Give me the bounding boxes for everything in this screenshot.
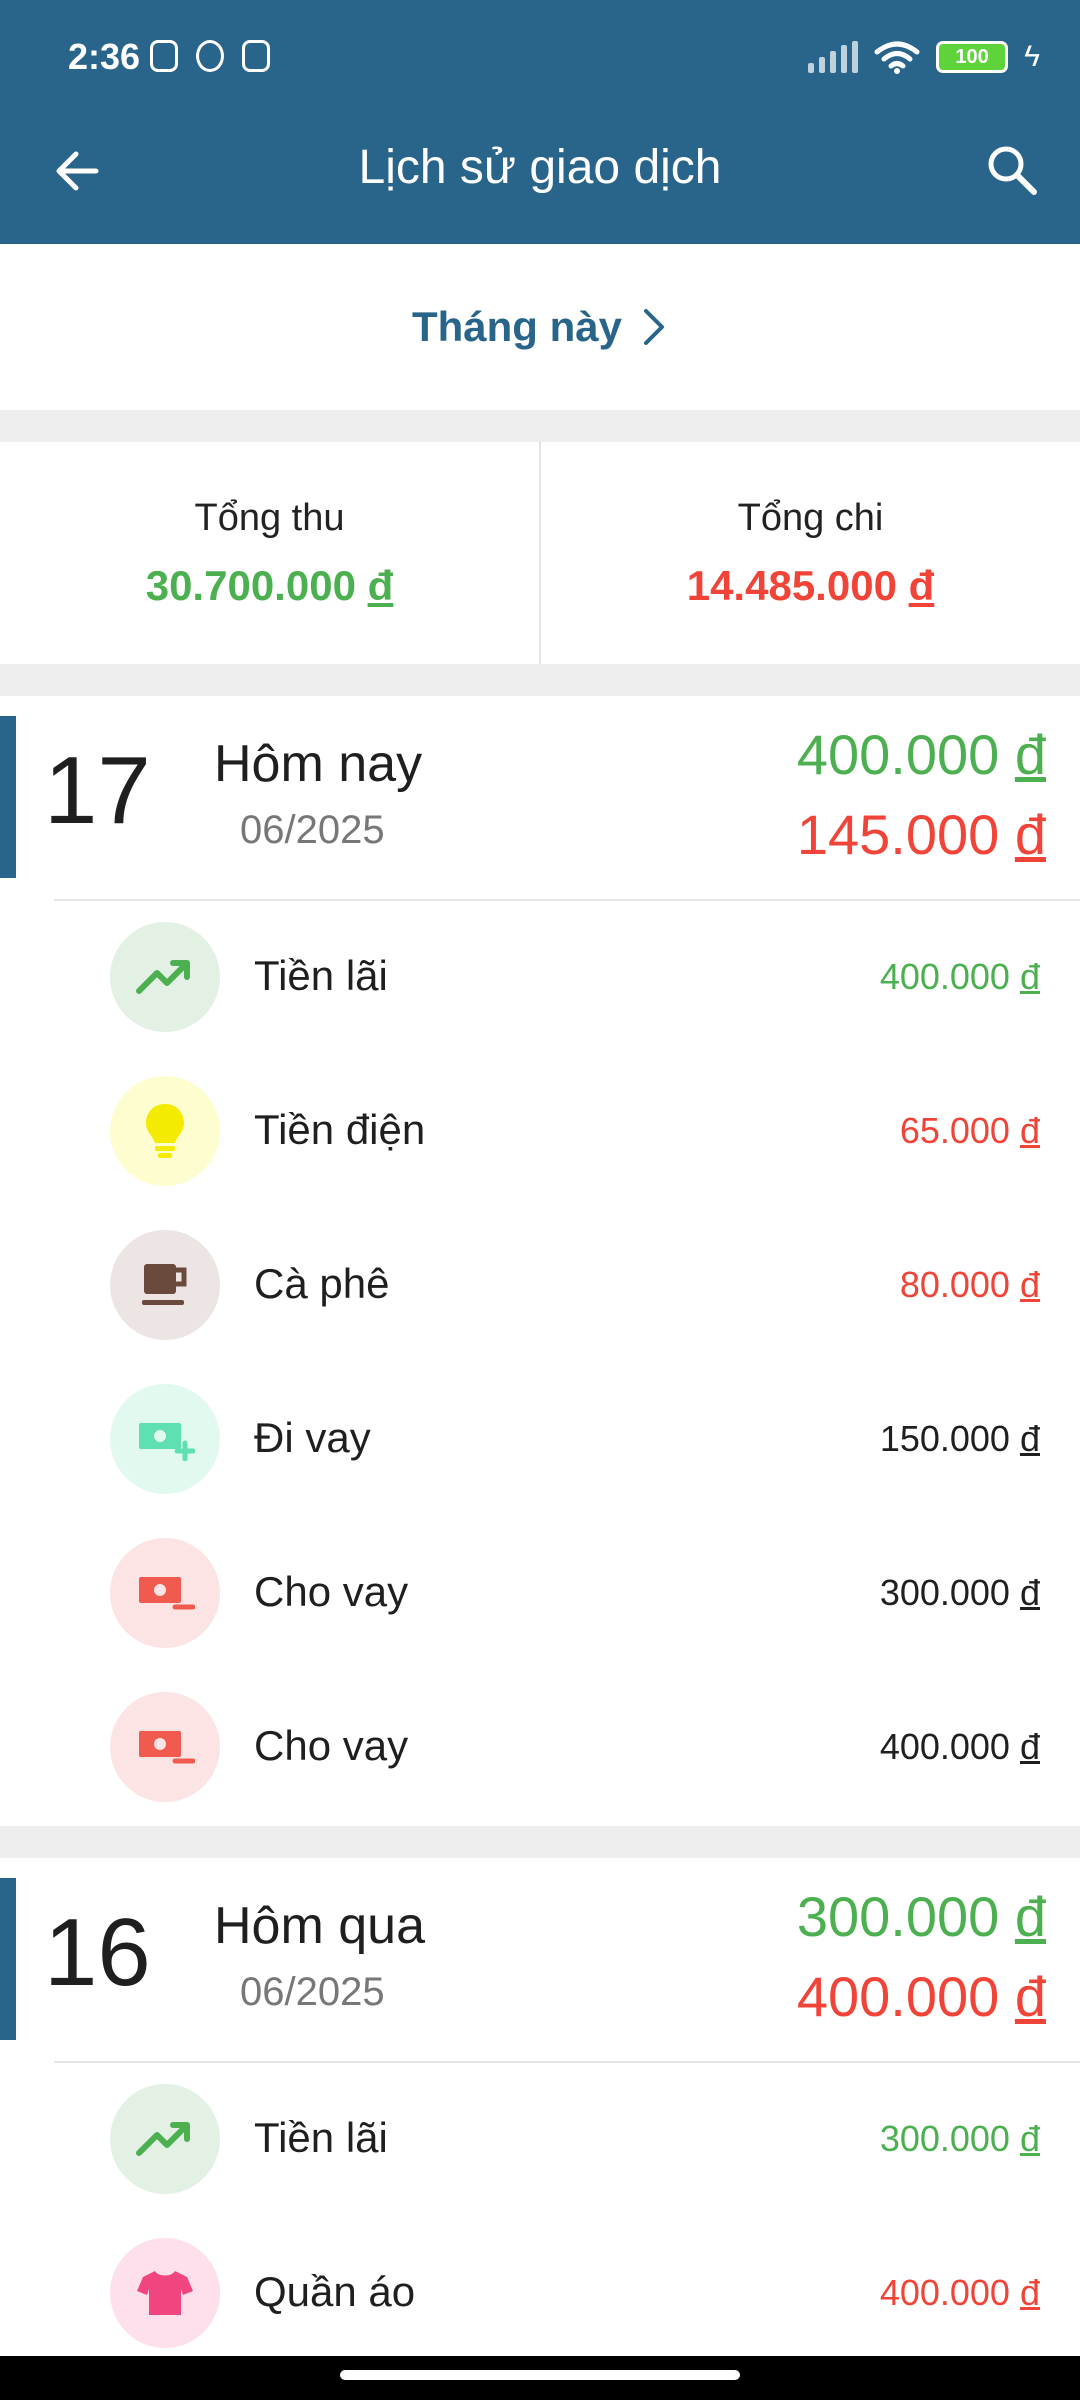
notification-app-icon (242, 40, 270, 72)
transaction-name: Đi vay (254, 1414, 371, 1461)
system-nav-bar (0, 2356, 1080, 2400)
transaction-row[interactable]: Cà phê 80.000 đ (0, 1208, 1080, 1362)
transaction-amount: 300.000 đ (879, 1572, 1040, 1613)
battery-level: 100 (955, 45, 989, 68)
tshirt-icon (110, 2238, 220, 2348)
notification-icons (150, 40, 270, 72)
charging-icon: ϟ (1024, 40, 1040, 73)
day-income: 300.000 đ (796, 1885, 1046, 1948)
transaction-name: Quần áo (254, 2268, 416, 2315)
total-expense-label: Tổng chi (737, 496, 884, 539)
transaction-name: Cho vay (254, 1722, 409, 1769)
day-expense: 145.000 đ (796, 803, 1046, 866)
status-bar: 2:36 100 ϟ (0, 0, 1080, 120)
app-header: 2:36 100 ϟ Lịch sử giao dịch (0, 0, 1080, 244)
transaction-row[interactable]: Tiền lãi 300.000 đ (0, 2062, 1080, 2216)
total-income-label: Tổng thu (194, 496, 345, 539)
transaction-row[interactable]: Quần áo 400.000 đ (0, 2216, 1080, 2370)
day-label: Hôm qua (214, 1897, 425, 1955)
money-minus-icon (110, 1538, 220, 1648)
day-month: 06/2025 (240, 1970, 385, 2014)
notification-app-icon (150, 40, 178, 72)
status-time: 2:36 (68, 36, 141, 77)
day-accent-bar (0, 1878, 16, 2040)
chevron-right-icon (644, 309, 665, 345)
search-icon[interactable] (984, 142, 1040, 198)
trending-up-icon (110, 922, 220, 1032)
total-income-value: 30.700.000 đ (145, 561, 394, 609)
transaction-row[interactable]: Cho vay 300.000 đ (0, 1516, 1080, 1670)
transaction-amount: 150.000 đ (879, 1418, 1040, 1459)
signal-icon (808, 41, 859, 73)
wifi-icon (874, 41, 920, 74)
trending-up-icon (110, 2084, 220, 2194)
transaction-name: Tiền lãi (254, 952, 388, 999)
money-plus-icon (110, 1384, 220, 1494)
coffee-cup-icon (110, 1230, 220, 1340)
transaction-name: Cà phê (254, 1260, 390, 1307)
transaction-amount: 400.000 đ (879, 2272, 1040, 2313)
lightbulb-icon (110, 1076, 220, 1186)
check-circle-icon (196, 40, 224, 72)
period-selector[interactable]: Tháng này (0, 244, 1080, 410)
transaction-name: Cho vay (254, 1568, 409, 1615)
transaction-row[interactable]: Cho vay 400.000 đ (0, 1670, 1080, 1824)
section-divider (0, 664, 1080, 696)
transaction-row[interactable]: Tiền điện 65.000 đ (0, 1054, 1080, 1208)
transaction-amount: 400.000 đ (879, 956, 1040, 997)
transaction-name: Tiền điện (254, 1106, 426, 1153)
transaction-amount: 65.000 đ (899, 1110, 1040, 1151)
transaction-name: Tiền lãi (254, 2114, 388, 2161)
day-month: 06/2025 (240, 808, 385, 852)
toolbar: Lịch sử giao dịch (0, 120, 1080, 244)
section-divider (0, 410, 1080, 442)
totals-summary: Tổng thu 30.700.000 đ Tổng chi 14.485.00… (0, 442, 1080, 664)
transaction-amount: 400.000 đ (879, 1726, 1040, 1767)
day-accent-bar (0, 716, 16, 878)
period-label: Tháng này (411, 303, 623, 350)
section-divider (0, 1826, 1080, 1858)
day-header: 17 Hôm nay 06/2025 400.000 đ 145.000 đ (0, 696, 1080, 878)
home-gesture-handle[interactable] (340, 2370, 740, 2380)
total-expense-value: 14.485.000 đ (686, 561, 935, 609)
day-number: 17 (44, 737, 151, 844)
transaction-row[interactable]: Đi vay 150.000 đ (0, 1362, 1080, 1516)
transaction-amount: 300.000 đ (879, 2118, 1040, 2159)
transaction-amount: 80.000 đ (899, 1264, 1040, 1305)
day-expense: 400.000 đ (796, 1965, 1046, 2028)
transaction-row[interactable]: Tiền lãi 400.000 đ (0, 900, 1080, 1054)
battery-icon: 100 (936, 41, 1009, 73)
total-income: Tổng thu 30.700.000 đ (0, 442, 541, 664)
system-icons: 100 ϟ (808, 40, 1040, 74)
day-label: Hôm nay (214, 735, 423, 793)
day-header: 16 Hôm qua 06/2025 300.000 đ 400.000 đ (0, 1858, 1080, 2040)
day-number: 16 (44, 1899, 151, 2006)
page-title: Lịch sử giao dịch (358, 141, 722, 194)
day-income: 400.000 đ (796, 723, 1046, 786)
total-expense: Tổng chi 14.485.000 đ (541, 442, 1080, 664)
money-minus-icon (110, 1692, 220, 1802)
